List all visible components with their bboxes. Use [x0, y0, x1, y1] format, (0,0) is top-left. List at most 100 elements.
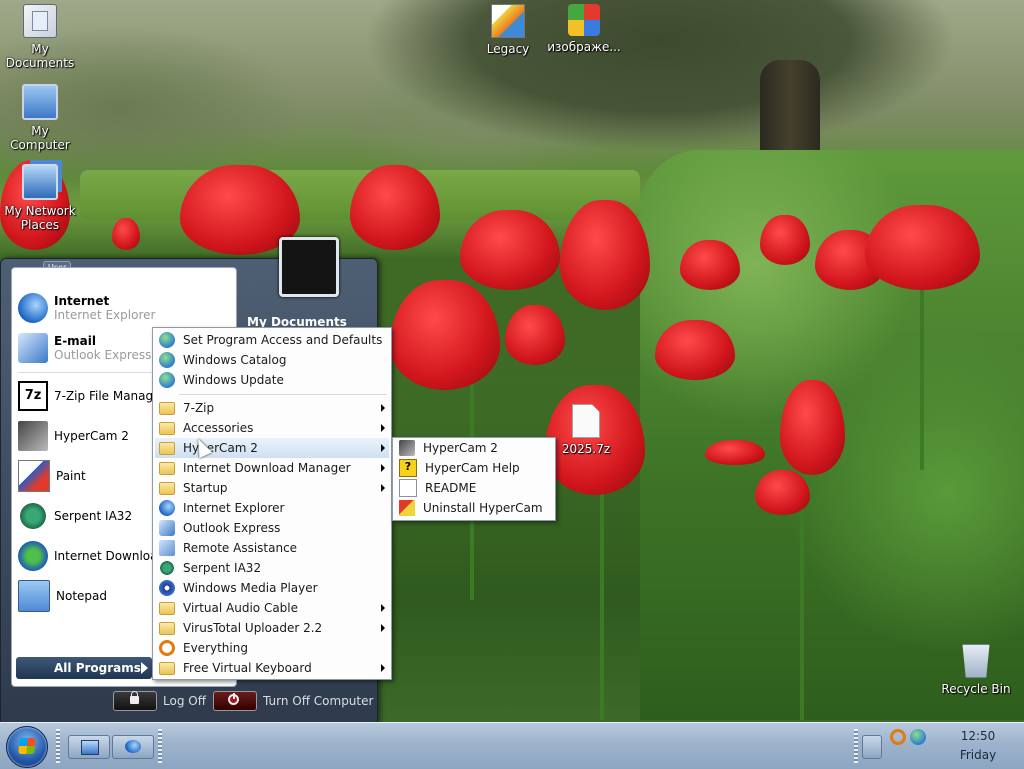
menu-item-free-virtual-keyboard[interactable]: Free Virtual Keyboard [155, 658, 389, 678]
submenu-arrow-icon [381, 444, 385, 452]
desktop-icon-legacy[interactable]: Legacy [468, 4, 548, 56]
menu-item-windows-update[interactable]: Windows Update [155, 370, 389, 390]
archive-file-icon [572, 404, 600, 438]
submenu-arrow-icon [381, 464, 385, 472]
folder-icon [159, 601, 175, 615]
recent-label: 7-Zip File Manager [54, 389, 166, 403]
desktop-icon-my-computer[interactable]: My Computer [0, 84, 80, 152]
taskbar-grip[interactable] [158, 729, 162, 763]
wallpaper-stem [600, 480, 604, 720]
taskbar: 12:50 Friday [0, 722, 1024, 769]
desktop-icon-label: My Computer [10, 124, 70, 152]
menu-item-virustotal-uploader[interactable]: VirusTotal Uploader 2.2 [155, 618, 389, 638]
menu-item-internet-download-manager[interactable]: Internet Download Manager [155, 458, 389, 478]
all-programs-button[interactable]: All Programs [16, 657, 152, 679]
recent-label: Paint [56, 469, 86, 483]
remote-assistance-icon [159, 540, 175, 556]
menu-item-label: Windows Catalog [183, 353, 287, 367]
taskbar-clock[interactable]: 12:50 Friday [940, 727, 1016, 765]
power-icon [213, 691, 257, 711]
submenu-arrow-icon [381, 424, 385, 432]
menu-item-label: Virtual Audio Cable [183, 601, 299, 615]
menu-item-everything[interactable]: Everything [155, 638, 389, 658]
submenu-arrow-icon [381, 624, 385, 632]
media-player-icon [159, 580, 175, 596]
desktop-icon-2025-7z[interactable]: 2025.7z [546, 404, 626, 456]
menu-item-windows-media-player[interactable]: Windows Media Player [155, 578, 389, 598]
system-tray [890, 729, 930, 745]
serpent-icon [159, 560, 175, 576]
log-off-button[interactable]: Log Off [113, 691, 206, 711]
menu-item-7zip[interactable]: 7-Zip [155, 398, 389, 418]
menu-item-set-program-access[interactable]: Set Program Access and Defaults [155, 330, 389, 350]
folder-icon [159, 481, 175, 495]
desktop-icon-label: Legacy [486, 42, 530, 56]
submenu-arrow-icon [381, 604, 385, 612]
image-file-icon [568, 4, 600, 36]
folder-icon [159, 621, 175, 635]
7zip-icon: 7z [18, 381, 48, 411]
taskbar-grip[interactable] [854, 729, 858, 763]
desktop-icon-image[interactable]: изображе... [544, 4, 624, 54]
quicklaunch-show-desktop[interactable] [68, 735, 110, 759]
menu-item-serpent-ia32[interactable]: Serpent IA32 [155, 558, 389, 578]
menu-item-hypercam-folder[interactable]: HyperCam 2 [155, 438, 389, 458]
wallpaper-tulip [760, 215, 810, 265]
menu-item-virtual-audio-cable[interactable]: Virtual Audio Cable [155, 598, 389, 618]
all-programs-menu: Set Program Access and Defaults Windows … [152, 327, 392, 680]
desktop-icon-label: Documents [5, 56, 75, 70]
taskbar-grip[interactable] [56, 729, 60, 763]
wallpaper-tulip [655, 320, 735, 380]
network-tray-icon[interactable] [910, 729, 926, 745]
paint-icon [18, 460, 50, 492]
start-button[interactable] [6, 726, 48, 768]
pinned-internet[interactable]: Internet Internet Explorer [18, 290, 228, 326]
desktop-icon-my-documents[interactable]: My Documents [0, 4, 80, 70]
submenu-arrow-icon [381, 484, 385, 492]
menu-item-label: Uninstall HyperCam [423, 501, 543, 515]
menu-item-label: VirusTotal Uploader 2.2 [183, 621, 323, 635]
menu-item-startup[interactable]: Startup [155, 478, 389, 498]
menu-item-windows-catalog[interactable]: Windows Catalog [155, 350, 389, 370]
recent-label: Notepad [56, 589, 107, 603]
chevron-right-icon [141, 662, 148, 674]
menu-item-label: Free Virtual Keyboard [183, 661, 312, 675]
menu-item-label: Accessories [183, 421, 254, 435]
menu-item-outlook-express[interactable]: Outlook Express [155, 518, 389, 538]
folder-icon [159, 661, 175, 675]
submenu-item-uninstall-hypercam[interactable]: Uninstall HyperCam [395, 498, 553, 518]
update-icon [159, 372, 175, 388]
show-desktop-icon [81, 740, 99, 755]
wallpaper-tulip [390, 280, 500, 390]
recent-label: HyperCam 2 [54, 429, 129, 443]
quicklaunch-internet-explorer[interactable] [112, 735, 154, 759]
network-places-icon [22, 164, 58, 200]
tray-show-hidden[interactable] [862, 735, 882, 759]
desktop-icon-my-network-places[interactable]: My Network Places [0, 164, 80, 232]
windows-logo-icon [18, 738, 36, 754]
menu-item-label: Startup [183, 481, 228, 495]
submenu-item-hypercam-help[interactable]: ? HyperCam Help [395, 458, 553, 478]
menu-item-internet-explorer[interactable]: Internet Explorer [155, 498, 389, 518]
all-programs-label: All Programs [54, 661, 141, 675]
pinned-subtitle: Outlook Express [54, 348, 152, 362]
turn-off-label: Turn Off Computer [263, 694, 374, 708]
submenu-item-readme[interactable]: README [395, 478, 553, 498]
turn-off-button[interactable]: Turn Off Computer [213, 691, 373, 711]
pinned-subtitle: Internet Explorer [54, 308, 156, 322]
everything-tray-icon[interactable] [890, 729, 906, 745]
menu-item-accessories[interactable]: Accessories [155, 418, 389, 438]
readme-icon [399, 479, 417, 497]
menu-item-label: Windows Media Player [183, 581, 318, 595]
help-icon: ? [399, 459, 417, 477]
desktop-icon-recycle-bin[interactable]: Recycle Bin [936, 644, 1016, 696]
submenu-item-hypercam-2[interactable]: HyperCam 2 [395, 438, 553, 458]
folder-icon [159, 421, 175, 435]
uninstall-icon [399, 500, 415, 516]
recycle-bin-icon [962, 644, 990, 678]
user-avatar[interactable] [279, 237, 339, 297]
menu-item-remote-assistance[interactable]: Remote Assistance [155, 538, 389, 558]
submenu-arrow-icon [381, 664, 385, 672]
clock-time: 12:50 [960, 729, 996, 743]
wallpaper-tulip [865, 205, 980, 290]
